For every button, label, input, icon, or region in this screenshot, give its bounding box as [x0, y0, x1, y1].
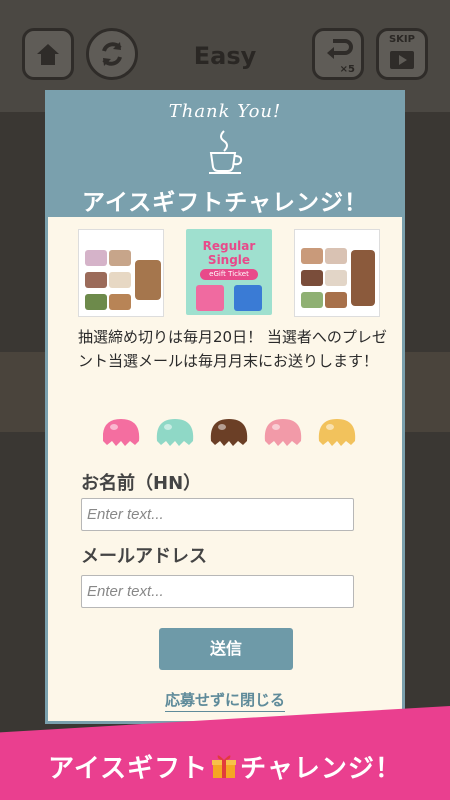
name-input[interactable]: Enter text... — [81, 498, 354, 531]
campaign-description: 抽選締め切りは毎月20日！ 当選者へのプレゼント当選メールは毎月月末にお送りしま… — [78, 328, 387, 370]
coffee-cup-icon — [209, 130, 243, 174]
close-without-applying-link[interactable]: 応募せずに閉じる — [164, 691, 285, 712]
prize-image-cups — [78, 229, 164, 317]
submit-button[interactable]: 送信 — [159, 628, 293, 670]
undo-button[interactable]: ×5 — [312, 28, 364, 80]
banner-text-right: チャレンジ！ — [240, 754, 402, 784]
ice-cream-scoop-icon — [318, 419, 356, 446]
gift-box-icon — [212, 755, 237, 778]
gift-ticket-image: Regular Single eGift Ticket — [186, 229, 272, 315]
close-link-wrapper: 応募せずに閉じる — [48, 689, 402, 712]
email-label: メールアドレス — [81, 546, 207, 567]
ice-cream-scoop-icon — [210, 419, 248, 446]
undo-icon — [327, 39, 353, 59]
gift-challenge-modal: Thank You! アイスギフトチャレンジ！ Regular Single e… — [45, 90, 405, 724]
ice-cream-scoop-icon — [156, 419, 194, 446]
banner-text-left: アイスギフト — [48, 754, 209, 784]
gift-card-line2: Single — [207, 253, 251, 267]
thank-you-text: Thank You! — [168, 101, 282, 122]
promo-banner-text: アイスギフト チャレンジ！ — [0, 748, 450, 785]
play-icon — [390, 51, 414, 69]
ice-cream-scoop-icon — [264, 419, 302, 446]
email-input[interactable]: Enter text... — [81, 575, 354, 608]
undo-count: ×5 — [339, 64, 355, 75]
ice-cream-scoops — [103, 419, 356, 446]
ice-cream-scoop-icon — [103, 419, 140, 446]
gift-card-line1: Regular — [202, 239, 256, 253]
gift-card-line3: eGift Ticket — [200, 269, 258, 280]
modal-header: Thank You! アイスギフトチャレンジ！ — [48, 93, 402, 217]
prize-image-assorted — [294, 229, 380, 317]
skip-label: SKIP — [388, 34, 415, 45]
modal-title: アイスギフトチャレンジ！ — [82, 190, 368, 216]
skip-button[interactable]: SKIP — [376, 28, 428, 80]
name-label: お名前（HN） — [81, 473, 202, 494]
